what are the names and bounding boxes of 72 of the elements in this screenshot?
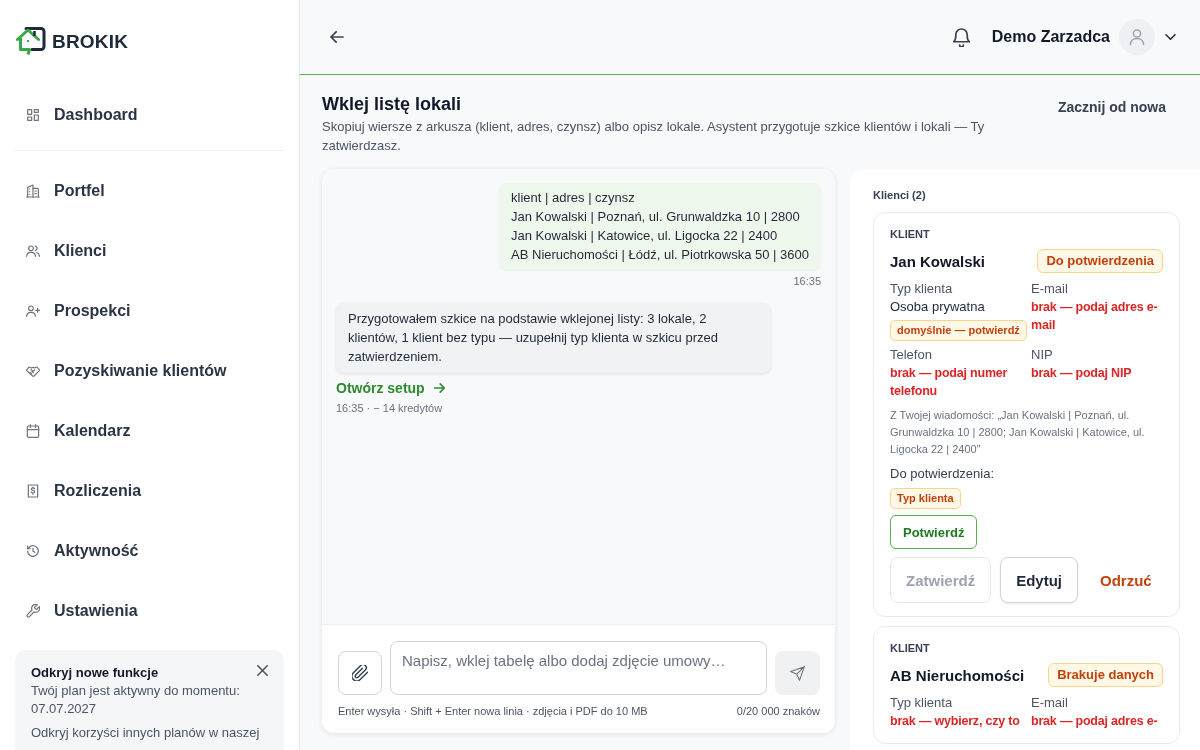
- pending-tag: Typ klienta: [890, 488, 961, 509]
- paperclip-icon: [352, 665, 368, 681]
- status-badge: Do potwierdzenia: [1037, 249, 1163, 273]
- users-icon: [26, 244, 40, 258]
- field-value: Osoba prywatna: [890, 298, 985, 316]
- attach-button[interactable]: [338, 651, 382, 695]
- field-value: brak — podaj adres e-: [1031, 713, 1158, 730]
- section-heading: Klienci (2): [873, 188, 927, 202]
- send-icon: [790, 665, 805, 681]
- brand-name: BROKIK: [52, 30, 129, 53]
- logo-icon: [16, 27, 46, 56]
- client-name: AB Nieruchomości: [890, 666, 1025, 684]
- field-value: brak — wybierz, czy to: [890, 713, 1020, 730]
- field-label: Typ klienta: [890, 694, 953, 712]
- handshake-icon: [26, 364, 40, 378]
- card-kicker: KLIENT: [890, 227, 930, 241]
- notifications-button[interactable]: [952, 27, 970, 47]
- bell-icon: [952, 27, 970, 47]
- user-plus-icon: [26, 304, 40, 318]
- wrench-icon: [26, 604, 40, 618]
- nav-item[interactable]: Pozyskiwanie klientów: [20, 359, 233, 383]
- reject-button[interactable]: Odrzuć: [1087, 557, 1165, 603]
- promo-text: Twój plan jest aktywny do momentu: 07.07.2027: [31, 682, 241, 718]
- field-label: Telefon: [890, 346, 932, 364]
- user-name[interactable]: Demo Zarzadca: [991, 28, 1110, 46]
- open-setup-link[interactable]: Otwórz setup: [336, 380, 445, 396]
- nav-item[interactable]: Rozliczenia: [20, 479, 148, 503]
- field-label: E-mail: [1031, 694, 1068, 712]
- page-title: Wklej listę lokali: [322, 93, 463, 116]
- field-value: brak — podaj numer telefonu: [890, 365, 1009, 400]
- receipt-icon: [26, 484, 40, 498]
- edit-button[interactable]: Edytuj: [1000, 557, 1079, 603]
- field-label: E-mail: [1031, 280, 1068, 298]
- building-icon: [26, 184, 40, 198]
- default-tag: domyślnie — potwierdź: [890, 320, 1027, 341]
- pending-label: Do potwierdzenia:: [890, 465, 995, 483]
- field-value: brak — podaj adres e-mail: [1031, 299, 1159, 334]
- grid-icon: [26, 108, 40, 122]
- card-kicker: KLIENT: [890, 641, 930, 655]
- nav-item[interactable]: Aktywność: [20, 539, 145, 563]
- calendar-icon: [26, 424, 40, 438]
- client-name: Jan Kowalski: [890, 252, 986, 270]
- back-arrow-icon: [330, 31, 344, 43]
- field-label: NIP: [1031, 346, 1053, 364]
- nav-item[interactable]: Kalendarz: [20, 419, 137, 443]
- close-icon: [257, 665, 268, 676]
- message-meta: 16:35 · − 14 kredytów: [336, 402, 443, 414]
- chevron-down-icon[interactable]: [1165, 34, 1176, 40]
- nav-item[interactable]: Dashboard: [20, 103, 144, 127]
- confirm-button[interactable]: Potwierdź: [890, 515, 978, 549]
- message-input[interactable]: Napisz, wklej tabelę albo dodaj zdjęcie umowy…: [390, 641, 767, 695]
- nav-item[interactable]: Klienci: [20, 239, 113, 263]
- nav-item[interactable]: Ustawienia: [20, 599, 144, 623]
- promo-text: Odkryj korzyści innych planów w naszej: [31, 724, 261, 741]
- message-bubble: Przygotowałem szkice na podstawie wklejonej listy: 3 lokale, 2 klientów, 1 klient bez typu — uzupełnij typ klienta w szkicu przed zatwierdzeniem.: [336, 303, 771, 373]
- character-counter: 0/20 000 znaków: [736, 704, 820, 718]
- nav-item[interactable]: Portfel: [20, 179, 111, 203]
- field-value: brak — podaj NIP: [1031, 365, 1132, 382]
- message-bubble: klient | adres | czynsz Jan Kowalski | Poznań, ul. Grunwaldzka 10 | 2800 Jan Kowalski | Katowice, ul. Ligocka 22 | 2400 AB Nieruchomości | Łódź, ul. Piotrkowska 50 | 3600: [499, 183, 821, 270]
- history-icon: [26, 544, 40, 558]
- arrow-right-icon: [433, 383, 445, 393]
- promo-title: Odkryj nowe funkcje: [31, 664, 159, 682]
- status-badge: Brakuje danych: [1048, 663, 1163, 687]
- start-over-button[interactable]: Zacznij od nowa: [1057, 95, 1166, 119]
- back-button[interactable]: [330, 31, 344, 43]
- composer-hint: Enter wysyła · Shift + Enter nowa linia · zdjęcia i PDF do 10 MB: [338, 704, 648, 718]
- page-description: Skopiuj wiersze z arkusza (klient, adres, czynsz) albo opisz lokale. Asystent przygotuje szkice klientów i lokali — Ty zatwierdzasz.: [322, 118, 986, 155]
- field-label: Typ klienta: [890, 280, 953, 298]
- message-time: 16:35: [793, 275, 821, 287]
- close-button[interactable]: [257, 665, 268, 676]
- source-quote: Z Twojej wiadomości: „Jan Kowalski | Poznań, ul. Grunwaldzka 10 | 2800; Jan Kowalski | Katowice, ul. Ligocka 22 | 2400”: [890, 408, 1146, 457]
- nav-item[interactable]: Prospekci: [20, 299, 137, 323]
